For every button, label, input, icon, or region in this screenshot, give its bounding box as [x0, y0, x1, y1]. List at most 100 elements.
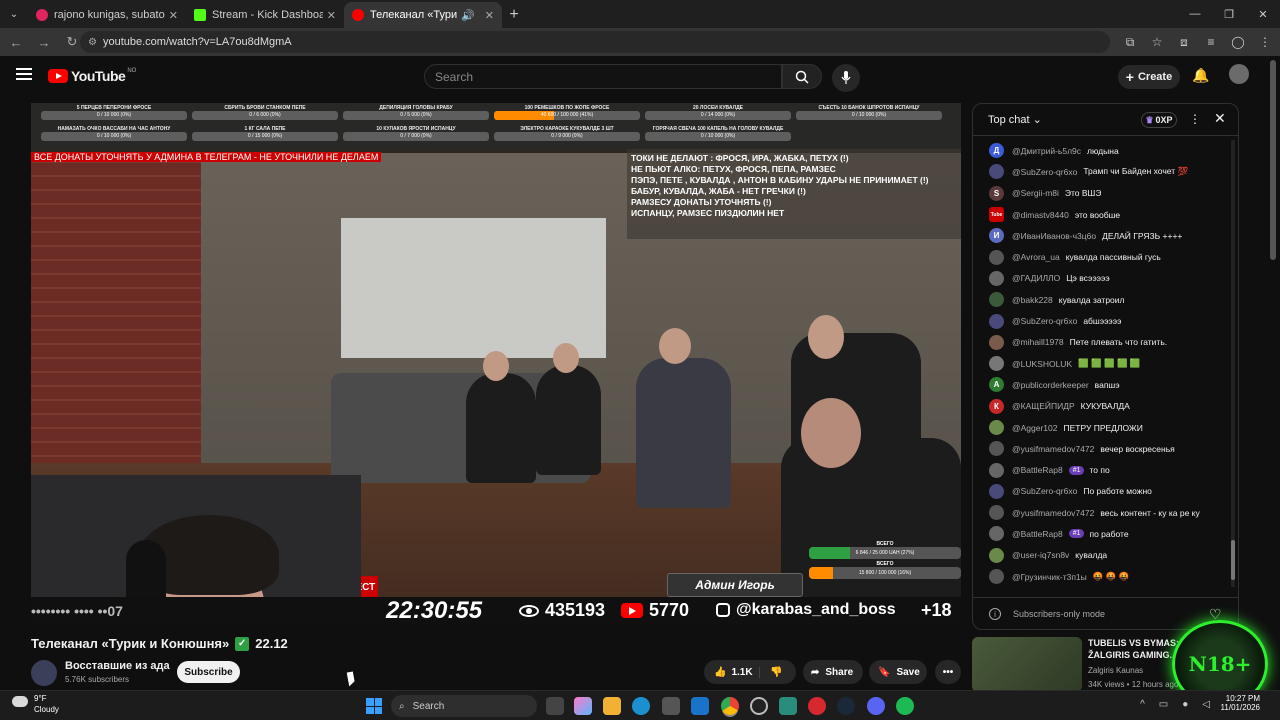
chat-message[interactable]: @Avrora_ua кувалда пассивный гусь: [973, 246, 1235, 267]
save-button[interactable]: 🔖 Save: [869, 660, 927, 684]
chat-author-name[interactable]: @BattleRap8: [1012, 465, 1063, 475]
chat-author-avatar[interactable]: [989, 164, 1004, 180]
chat-message[interactable]: К @КАЩЕЙПИДР КУКУВАЛДА: [973, 396, 1235, 417]
network-icon[interactable]: ▭: [1159, 699, 1168, 710]
chat-author-avatar[interactable]: [989, 462, 1004, 478]
chat-more-icon[interactable]: ⋮: [1189, 112, 1201, 126]
chat-author-avatar[interactable]: [989, 483, 1004, 499]
browser-menu-icon[interactable]: ⋮: [1253, 28, 1277, 56]
chat-scrollbar[interactable]: [1231, 140, 1235, 587]
like-button[interactable]: 👍 1.1K: [704, 666, 760, 678]
close-window-icon[interactable]: ✕: [1246, 0, 1280, 28]
url-bar[interactable]: ⚙ youtube.com/watch?v=LA7ou8dMgmA: [80, 31, 1110, 53]
chat-message[interactable]: @Agger102 ПЕТРУ ПРЕДЛОЖИ: [973, 417, 1235, 438]
chat-author-name[interactable]: @Avrora_ua: [1012, 252, 1060, 262]
new-tab-button[interactable]: +: [502, 2, 526, 28]
chat-author-avatar[interactable]: [989, 249, 1004, 265]
tab-0[interactable]: rajono kunigas, subatono mor ✕: [28, 2, 186, 28]
tray-chevron-icon[interactable]: ^: [1140, 699, 1145, 710]
steam-icon[interactable]: [837, 697, 855, 715]
chat-message[interactable]: @yusifmamedov7472 весь контент - ку ка ре…: [973, 502, 1235, 523]
chat-mode-selector[interactable]: Top chat ⌄: [988, 113, 1042, 126]
tab-close-icon[interactable]: ✕: [169, 9, 178, 22]
chat-author-avatar[interactable]: [989, 292, 1004, 308]
chat-message[interactable]: @BattleRap8 #1 по работе: [973, 523, 1235, 544]
chat-author-name[interactable]: @ИванИванов-ч3ц6о: [1012, 231, 1096, 241]
chat-author-avatar[interactable]: Tube: [989, 207, 1004, 223]
page-scroll-thumb[interactable]: [1270, 60, 1276, 260]
chat-author-name[interactable]: @publicorderkeeper: [1012, 380, 1089, 390]
store-icon[interactable]: [662, 697, 680, 715]
chat-message[interactable]: S @Sergii-m8i Это ВШЭ: [973, 183, 1235, 204]
chat-close-icon[interactable]: ✕: [1214, 110, 1226, 127]
chat-message[interactable]: Д @Дмитрий-ь5л9с людына: [973, 140, 1235, 161]
chat-author-avatar[interactable]: [989, 526, 1004, 542]
obs-icon[interactable]: [750, 697, 768, 715]
chat-message[interactable]: @SubZero-qr6xo абшэээээ: [973, 310, 1235, 331]
chat-author-name[interactable]: @yusifmamedov7472: [1012, 444, 1094, 454]
file-explorer-icon[interactable]: [603, 697, 621, 715]
chat-author-name[interactable]: @LUKSHOLUK: [1012, 359, 1072, 369]
chat-message[interactable]: @SubZero-qr6xo По работе можно: [973, 481, 1235, 502]
chat-message[interactable]: @BattleRap8 #1 то по: [973, 459, 1235, 480]
chat-author-avatar[interactable]: [989, 313, 1004, 329]
chat-author-name[interactable]: @Sergii-m8i: [1012, 188, 1059, 198]
chat-message[interactable]: @SubZero-qr6xo Трамп чи Байден хочет 💯: [973, 161, 1235, 182]
tab-audio-icon[interactable]: 🔊: [461, 9, 475, 22]
volume-icon[interactable]: ◁: [1202, 699, 1210, 710]
chat-message[interactable]: @bakk228 кувалда затроил: [973, 289, 1235, 310]
chat-author-avatar[interactable]: [989, 420, 1004, 435]
search-input[interactable]: Search: [424, 64, 782, 89]
chat-message[interactable]: @ГАДИЛЛО Цэ всэээээ: [973, 268, 1235, 289]
notifications-bell-icon[interactable]: 🔔: [1192, 67, 1209, 84]
chat-message[interactable]: И @ИванИванов-ч3ц6о ДЕЛАЙ ГРЯЗЬ ++++: [973, 225, 1235, 246]
tab-close-icon[interactable]: ✕: [485, 9, 494, 22]
chat-message[interactable]: @user-iq7sn8v кувалда: [973, 545, 1235, 566]
chat-author-name[interactable]: @yusifmamedov7472: [1012, 508, 1094, 518]
tab-2[interactable]: Телеканал «Турик и Конюш 🔊 ✕: [344, 2, 502, 28]
back-icon[interactable]: ←: [4, 30, 28, 54]
chat-author-avatar[interactable]: Д: [989, 143, 1004, 159]
chat-author-avatar[interactable]: [989, 569, 1004, 585]
profile-icon[interactable]: ◯: [1226, 28, 1250, 56]
youtube-logo[interactable]: YouTube NO: [48, 68, 136, 84]
chat-author-avatar[interactable]: [989, 270, 1004, 286]
site-info-icon[interactable]: ⚙: [88, 37, 97, 48]
chat-message[interactable]: @yusifmamedov7472 вечер воскресенья: [973, 438, 1235, 459]
maximize-icon[interactable]: ❐: [1212, 0, 1246, 28]
minimize-icon[interactable]: —: [1178, 0, 1212, 28]
chat-message[interactable]: Tube @dimastv8440 это вообше: [973, 204, 1235, 225]
edge-icon[interactable]: [632, 697, 650, 715]
chat-author-name[interactable]: @ГАДИЛЛО: [1012, 273, 1060, 283]
chat-author-avatar[interactable]: [989, 505, 1004, 521]
chrome-icon[interactable]: [721, 697, 739, 715]
chat-author-name[interactable]: @SubZero-qr6xo: [1012, 316, 1077, 326]
tab-1[interactable]: Stream - Kick Dashboard ✕: [186, 2, 344, 28]
mic-icon[interactable]: ●: [1182, 699, 1188, 710]
chat-author-name[interactable]: @user-iq7sn8v: [1012, 550, 1069, 560]
copilot-icon[interactable]: [574, 697, 592, 715]
bookmark-star-icon[interactable]: ☆: [1145, 28, 1169, 56]
chat-author-name[interactable]: @SubZero-qr6xo: [1012, 167, 1077, 177]
kick-app-icon[interactable]: [779, 697, 797, 715]
task-view-icon[interactable]: [546, 697, 564, 715]
account-avatar[interactable]: [1229, 64, 1249, 84]
chat-author-avatar[interactable]: К: [989, 398, 1004, 414]
create-button[interactable]: + Create: [1118, 65, 1180, 89]
chat-author-name[interactable]: @BattleRap8: [1012, 529, 1063, 539]
tab-search-button[interactable]: ⌄: [0, 0, 28, 28]
subscribe-button[interactable]: Subscribe: [177, 661, 240, 683]
cloud-icon[interactable]: [12, 696, 28, 707]
chat-author-name[interactable]: @Agger102: [1012, 423, 1058, 433]
voice-search-button[interactable]: [832, 64, 860, 92]
chat-author-avatar[interactable]: [989, 547, 1004, 563]
clock[interactable]: 10:27 PM 11/01/2026: [1221, 694, 1260, 712]
chat-message[interactable]: @Грузинчик-т3п1ы 🤬 🤬 🤬: [973, 566, 1235, 587]
outlook-icon[interactable]: [691, 697, 709, 715]
chat-author-name[interactable]: @Грузинчик-т3п1ы: [1012, 572, 1087, 582]
chat-scroll-thumb[interactable]: [1231, 540, 1235, 580]
chat-author-avatar[interactable]: [989, 356, 1004, 372]
chat-author-name[interactable]: @SubZero-qr6xo: [1012, 486, 1077, 496]
more-actions-button[interactable]: •••: [935, 660, 961, 684]
taskbar-search[interactable]: ⌕ Search: [391, 695, 537, 717]
